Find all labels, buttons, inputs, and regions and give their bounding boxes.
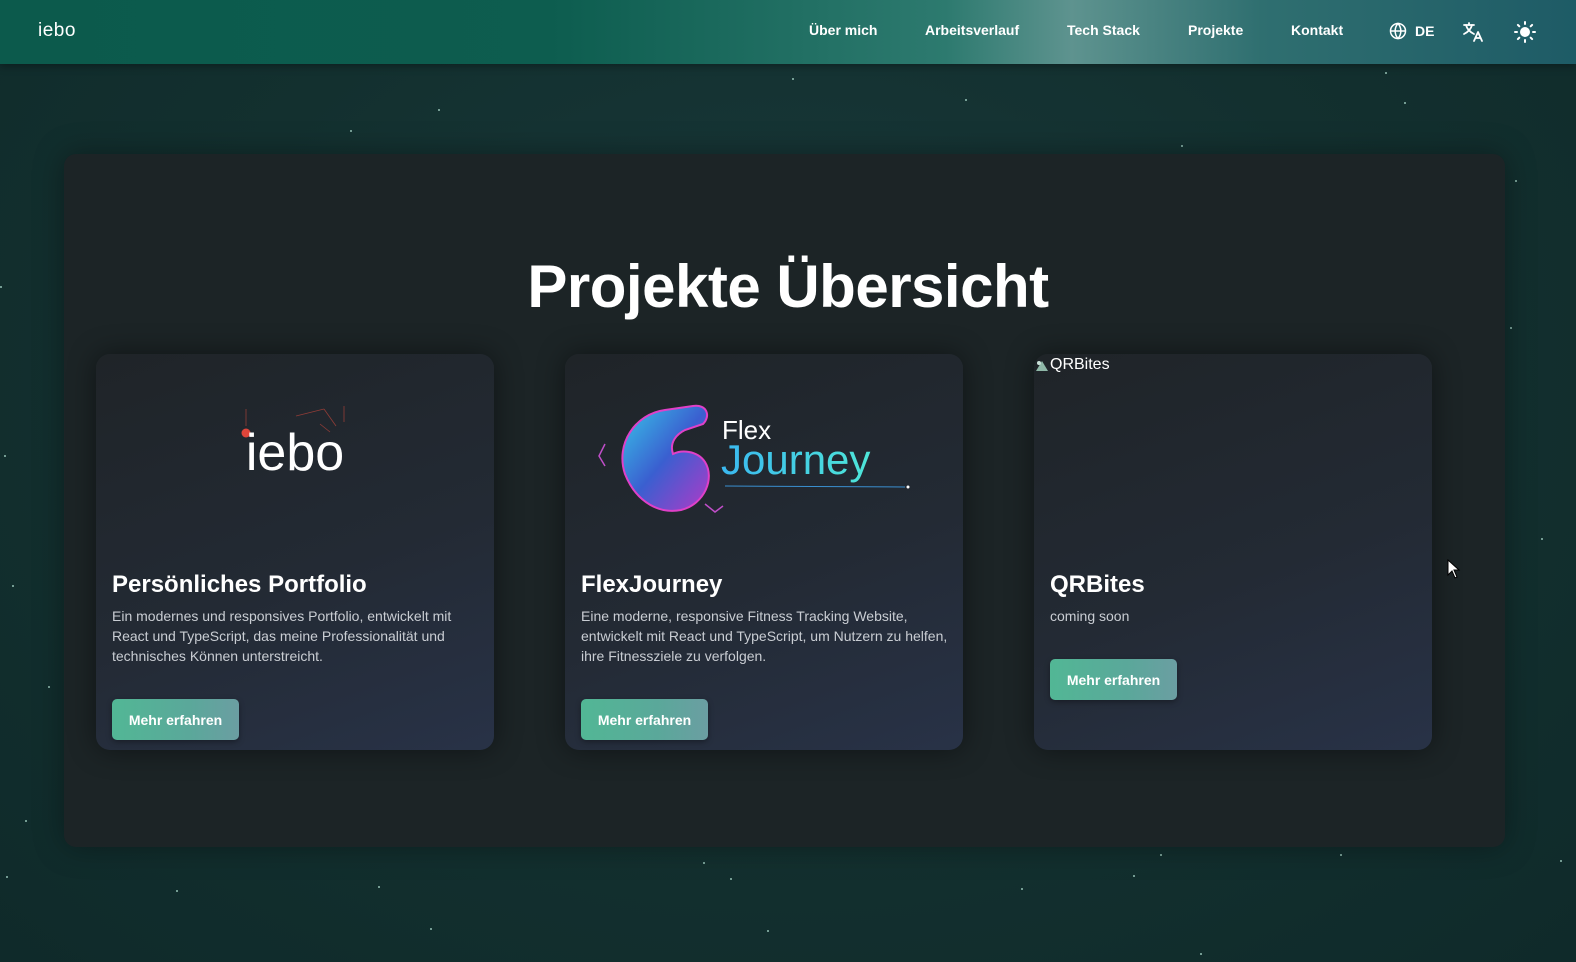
language-selector[interactable]: DE (1389, 22, 1434, 40)
broken-image-icon (1036, 361, 1048, 371)
learn-more-button[interactable]: Mehr erfahren (1050, 659, 1177, 700)
nav-link-about[interactable]: Über mich (809, 22, 877, 38)
project-description: coming soon (1050, 608, 1130, 624)
learn-more-button[interactable]: Mehr erfahren (581, 699, 708, 740)
theme-toggle-button[interactable] (1513, 20, 1537, 44)
project-card-qrbites: QRBites QRBites coming soon Mehr erfahre… (1034, 354, 1432, 750)
section-title: Projekte Übersicht (527, 253, 1049, 320)
journey-logo-text: Journey (721, 436, 870, 483)
nav-link-contact[interactable]: Kontakt (1291, 22, 1343, 38)
translate-button[interactable] (1461, 20, 1485, 44)
project-image-flexjourney: Flex Journey (565, 354, 963, 554)
project-card-portfolio: iebo Persönliches Portfolio Ein modernes… (96, 354, 494, 750)
project-image-portfolio: iebo (96, 354, 494, 554)
top-navbar: iebo Über mich Arbeitsverlauf Tech Stack… (0, 0, 1576, 64)
learn-more-button[interactable]: Mehr erfahren (112, 699, 239, 740)
project-title: QRBites (1050, 571, 1145, 598)
project-title: FlexJourney (581, 571, 723, 598)
project-description: Ein modernes und responsives Portfolio, … (112, 608, 452, 664)
iebo-logo-text: iebo (246, 424, 344, 482)
language-code: DE (1415, 23, 1435, 39)
project-title: Persönliches Portfolio (112, 571, 367, 598)
project-description: Eine moderne, responsive Fitness Trackin… (581, 608, 948, 664)
sun-icon (1514, 21, 1536, 43)
globe-icon (1389, 22, 1407, 40)
site-logo[interactable]: iebo (38, 20, 76, 42)
translate-icon (1463, 22, 1483, 42)
flexed-arm-icon (621, 404, 710, 512)
mouse-cursor-icon (1447, 559, 1461, 579)
iebo-logo-image: iebo (241, 406, 345, 482)
flexjourney-logo-image: Flex Journey (598, 404, 910, 513)
project-card-flexjourney: Flex Journey FlexJourney Eine moderne, r… (565, 354, 963, 750)
nav-link-tech-stack[interactable]: Tech Stack (1067, 22, 1140, 38)
project-image-qrbites: QRBites (1034, 354, 1432, 554)
nav-link-projects[interactable]: Projekte (1188, 22, 1243, 38)
broken-image-placeholder: QRBites (1034, 356, 1110, 374)
nav-link-work-history[interactable]: Arbeitsverlauf (925, 22, 1019, 38)
image-alt-text: QRBites (1050, 356, 1110, 373)
